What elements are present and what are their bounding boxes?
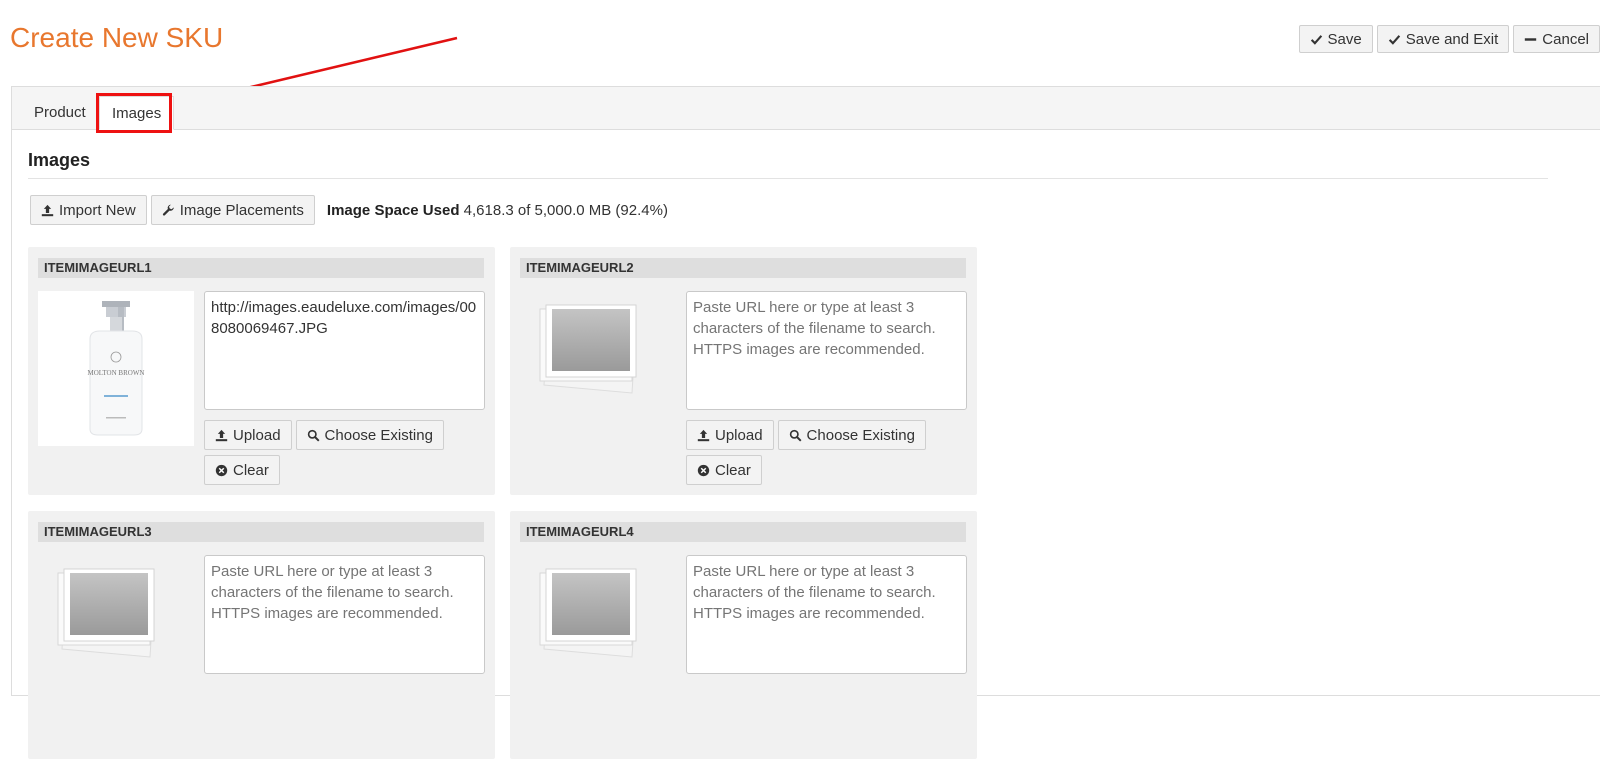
- images-toolbar: Import New Image Placements Image Space …: [30, 195, 668, 225]
- import-new-label: Import New: [59, 201, 136, 219]
- card-actions-secondary: Clear: [204, 455, 280, 485]
- tab-product[interactable]: Product: [22, 96, 98, 129]
- placeholder-image-icon[interactable]: [532, 561, 642, 661]
- placeholder-image-icon[interactable]: [532, 297, 642, 397]
- save-and-exit-button[interactable]: Save and Exit: [1376, 25, 1510, 53]
- upload-icon: [41, 204, 54, 216]
- top-actions: Save Save and Exit Cancel: [1298, 25, 1600, 53]
- wrench-icon: [162, 204, 174, 216]
- image-url-input[interactable]: [686, 555, 967, 674]
- remove-circle-icon: [697, 464, 710, 476]
- choose-existing-label: Choose Existing: [324, 426, 433, 444]
- section-divider: [28, 178, 1548, 179]
- save-and-exit-label: Save and Exit: [1405, 30, 1499, 48]
- tab-bar: Product Images: [12, 87, 1600, 130]
- upload-label: Upload: [233, 426, 281, 444]
- page-title: Create New SKU: [10, 22, 224, 53]
- section-title: Images: [28, 150, 91, 170]
- upload-button[interactable]: Upload: [686, 420, 774, 450]
- upload-icon: [215, 429, 228, 441]
- check-icon: [1388, 34, 1400, 45]
- search-icon: [789, 429, 802, 441]
- upload-icon: [697, 429, 710, 441]
- upload-button[interactable]: Upload: [204, 420, 292, 450]
- image-card-title: ITEMIMAGEURL2: [520, 258, 966, 278]
- image-card-2: ITEMIMAGEURL2 Upload Choose Existing Cle…: [510, 247, 977, 495]
- annotation-highlight-box: [96, 93, 172, 133]
- image-card-title: ITEMIMAGEURL1: [38, 258, 484, 278]
- product-image-thumbnail[interactable]: MOLTON BROWN: [38, 291, 194, 446]
- card-actions-secondary: Clear: [686, 455, 762, 485]
- image-url-input[interactable]: [204, 555, 485, 674]
- choose-existing-button[interactable]: Choose Existing: [295, 420, 444, 450]
- card-actions: Upload Choose Existing: [204, 420, 444, 450]
- cancel-button[interactable]: Cancel: [1513, 25, 1600, 53]
- image-space-value: 4,618.3 of 5,000.0 MB (92.4%): [463, 201, 668, 219]
- choose-existing-button[interactable]: Choose Existing: [777, 420, 926, 450]
- image-card-1: ITEMIMAGEURL1 MOLTON BROWN http://images…: [28, 247, 495, 495]
- import-new-button[interactable]: Import New: [30, 195, 147, 225]
- save-button[interactable]: Save: [1298, 25, 1373, 53]
- remove-circle-icon: [215, 464, 228, 476]
- cancel-label: Cancel: [1542, 30, 1589, 48]
- image-card-title: ITEMIMAGEURL4: [520, 522, 966, 542]
- card-actions: Upload Choose Existing: [686, 420, 926, 450]
- image-url-input[interactable]: http://images.eaudeluxe.com/images/00808…: [204, 291, 485, 410]
- clear-label: Clear: [233, 461, 269, 479]
- clear-button[interactable]: Clear: [204, 455, 280, 485]
- clear-label: Clear: [715, 461, 751, 479]
- image-space-used: Image Space Used 4,618.3 of 5,000.0 MB (…: [327, 202, 668, 219]
- product-bottle-image: MOLTON BROWN: [88, 301, 145, 436]
- clear-button[interactable]: Clear: [686, 455, 762, 485]
- placeholder-image-icon[interactable]: [50, 561, 160, 661]
- image-card-4: ITEMIMAGEURL4: [510, 511, 977, 759]
- search-icon: [307, 429, 320, 441]
- image-space-label: Image Space Used: [326, 201, 460, 219]
- image-url-input[interactable]: [686, 291, 967, 410]
- image-placements-label: Image Placements: [179, 201, 304, 219]
- choose-existing-label: Choose Existing: [806, 426, 915, 444]
- minus-icon: [1525, 37, 1537, 41]
- image-placements-button[interactable]: Image Placements: [150, 195, 315, 225]
- check-icon: [1310, 34, 1322, 45]
- upload-label: Upload: [715, 426, 763, 444]
- bottle-brand-text: MOLTON BROWN: [88, 369, 145, 377]
- image-card-3: ITEMIMAGEURL3: [28, 511, 495, 759]
- image-card-title: ITEMIMAGEURL3: [38, 522, 484, 542]
- save-label: Save: [1327, 30, 1362, 48]
